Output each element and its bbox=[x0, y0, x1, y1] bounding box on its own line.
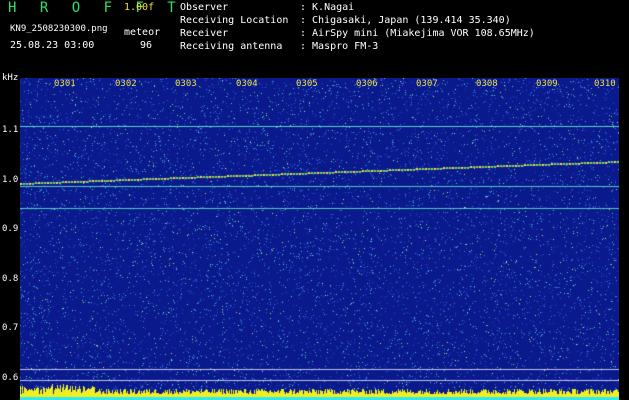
receiver-value: : AirSpy mini (Miakejima VOR 108.65MHz) bbox=[300, 28, 535, 39]
antenna-label: Receiving antenna bbox=[180, 41, 283, 52]
app-title: H R O F F T bbox=[8, 0, 184, 16]
x-tick-label: 0309 bbox=[536, 79, 558, 89]
y-tick-label: 0.8 bbox=[2, 274, 19, 284]
x-tick-label: 0305 bbox=[296, 79, 318, 89]
observer-value: : K.Nagai bbox=[300, 2, 355, 13]
location-value: : Chigasaki, Japan (139.414 35.340) bbox=[300, 15, 511, 26]
meteor-label: meteor bbox=[124, 27, 161, 38]
datetime-label: 25.08.23 03:00 bbox=[10, 40, 95, 51]
x-tick-label: 0303 bbox=[175, 79, 197, 89]
y-tick-label: 0.9 bbox=[2, 224, 19, 234]
x-tick-label: 0301 bbox=[54, 79, 76, 89]
receiver-label: Receiver bbox=[180, 28, 229, 39]
y-axis-unit: kHz bbox=[2, 73, 19, 83]
spectrogram-canvas bbox=[20, 78, 619, 400]
x-tick-label: 0310 bbox=[594, 79, 616, 89]
meteor-count: 96 bbox=[140, 40, 153, 51]
antenna-value: : Maspro FM-3 bbox=[300, 41, 379, 52]
location-label: Receiving Location bbox=[180, 15, 289, 26]
filename-label: KN9_2508230300.png bbox=[10, 24, 108, 34]
x-tick-label: 0304 bbox=[236, 79, 258, 89]
x-tick-label: 0302 bbox=[115, 79, 137, 89]
y-tick-label: 0.6 bbox=[2, 373, 19, 383]
version-label: 1.00f bbox=[124, 2, 155, 13]
x-tick-label: 0307 bbox=[416, 79, 438, 89]
x-tick-label: 0308 bbox=[476, 79, 498, 89]
y-tick-label: 1.1 bbox=[2, 125, 19, 135]
observer-label: Observer bbox=[180, 2, 229, 13]
y-tick-label: 0.7 bbox=[2, 323, 19, 333]
x-tick-label: 0306 bbox=[356, 79, 378, 89]
y-tick-label: 1.0 bbox=[2, 175, 19, 185]
header-panel: H R O F F T 1.00f KN9_2508230300.png met… bbox=[0, 0, 629, 75]
